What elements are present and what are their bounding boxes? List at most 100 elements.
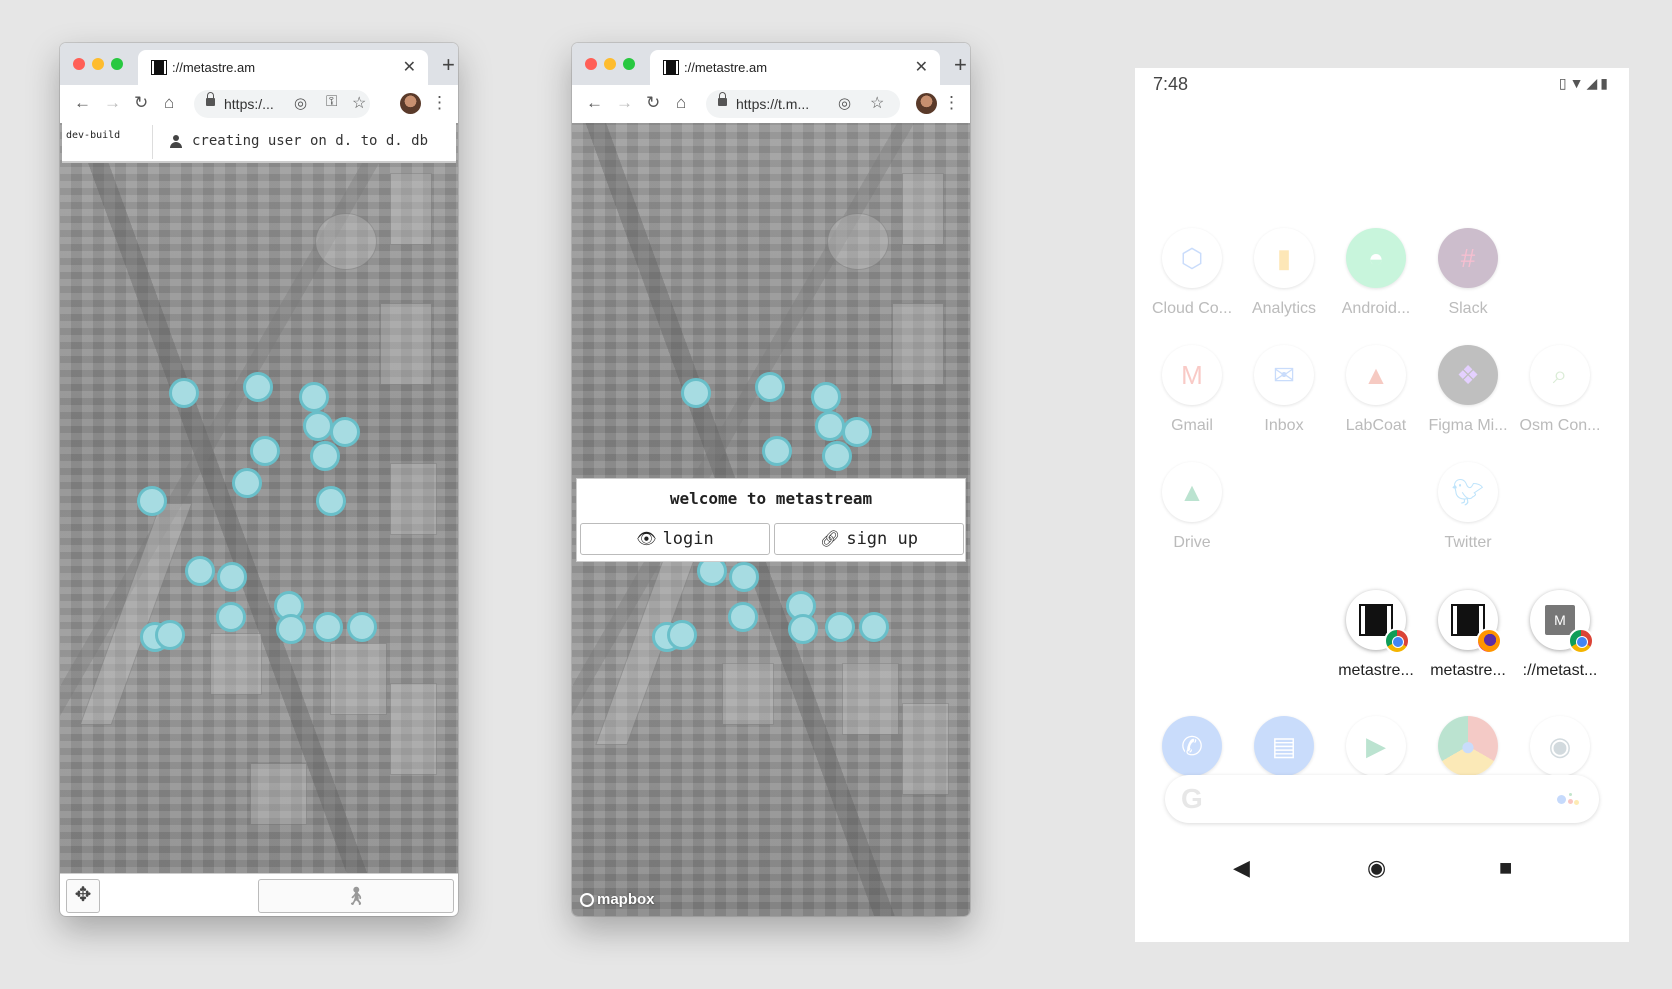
map-marker[interactable] [825,612,855,642]
map-marker[interactable] [299,382,329,412]
close-window-button[interactable] [73,58,85,70]
location-icon[interactable]: ◎ [838,94,851,112]
signup-button[interactable]: 🔗︎ sign up [774,523,964,555]
app-osm[interactable]: ⌕ Osm Con... [1514,345,1606,435]
map-marker[interactable] [755,372,785,402]
bookmark-star-icon[interactable]: ☆ [870,93,884,113]
dock-phone[interactable]: ✆ [1146,716,1238,776]
app-label: Slack [1448,300,1488,317]
app-slack[interactable]: # Slack [1422,228,1514,318]
map-marker[interactable] [842,417,872,447]
maximize-window-button[interactable] [623,58,635,70]
app-metastream-firefox[interactable]: metastre... [1422,590,1514,680]
map-marker[interactable] [330,417,360,447]
map-marker[interactable] [313,612,343,642]
app-twitter[interactable]: 🐦︎ Twitter [1422,462,1514,552]
app-cloud-console[interactable]: ⬡ Cloud Co... [1146,228,1238,318]
menu-kebab-icon[interactable]: ⋮ [431,94,448,112]
map-marker[interactable] [303,411,333,441]
map-marker[interactable] [216,602,246,632]
map-marker[interactable] [155,620,185,650]
map-marker[interactable] [185,556,215,586]
map-marker[interactable] [822,441,852,471]
map-marker[interactable] [762,436,792,466]
nav-recents-icon[interactable]: ■ [1499,855,1512,881]
app-metastream-web[interactable]: M ://metast... [1514,590,1606,680]
close-tab-icon[interactable]: ✕ [403,57,416,77]
new-tab-button[interactable]: + [954,52,967,78]
app-figma[interactable]: ❖ Figma Mi... [1422,345,1514,435]
minimize-window-button[interactable] [604,58,616,70]
browser-tab[interactable]: ://metastre.am ✕ [650,50,940,85]
menu-kebab-icon[interactable]: ⋮ [943,94,960,112]
move-arrows-icon: ✥ [74,884,92,906]
map-marker[interactable] [859,612,889,642]
dock-chrome[interactable]: ● [1422,716,1514,776]
app-analytics[interactable]: ▮ Analytics [1238,228,1330,318]
metastream-m-icon: M [1530,590,1594,654]
forward-icon[interactable]: → [616,92,633,114]
dev-status-bar: dev-build creating user on d. to d. db [62,123,456,163]
map-marker[interactable] [276,614,306,644]
profile-avatar[interactable] [916,93,937,114]
map-marker[interactable] [316,486,346,516]
map-marker[interactable] [347,612,377,642]
map-marker[interactable] [310,441,340,471]
map-marker[interactable] [243,372,273,402]
app-android[interactable]: ◓ Android... [1330,228,1422,318]
key-icon[interactable]: ⚿ [326,93,337,110]
nav-home-icon[interactable]: ◉ [1367,855,1386,881]
map-marker[interactable] [667,620,697,650]
map-marker[interactable] [169,378,199,408]
forward-icon[interactable]: → [104,92,121,114]
map-marker[interactable] [217,562,247,592]
walk-mode-button[interactable]: 🚶︎ [258,879,454,913]
app-gmail[interactable]: M Gmail [1146,345,1238,435]
login-button[interactable]: 👁︎ login [580,523,770,555]
map-marker[interactable] [811,382,841,412]
satellite-map[interactable] [60,123,458,916]
close-window-button[interactable] [585,58,597,70]
maximize-window-button[interactable] [111,58,123,70]
address-bar[interactable]: https:/... ◎ ⚿ ☆ [194,90,370,118]
profile-avatar[interactable] [400,93,421,114]
map-marker[interactable] [729,562,759,592]
map-marker[interactable] [788,614,818,644]
map-building [842,663,899,735]
map-marker[interactable] [250,436,280,466]
map-marker[interactable] [815,411,845,441]
back-icon[interactable]: ← [586,92,603,114]
location-icon[interactable]: ◎ [294,94,307,112]
map-marker[interactable] [232,468,262,498]
home-icon[interactable]: ⌂ [676,92,686,114]
reload-icon[interactable]: ↻ [646,92,660,114]
map-marker[interactable] [137,486,167,516]
bookmark-star-icon[interactable]: ☆ [352,93,366,113]
app-drive[interactable]: ▲ Drive [1146,462,1238,552]
page-viewport: welcome to metastream 👁︎ login 🔗︎ sign up … [572,123,970,916]
nav-back-icon[interactable]: ◀ [1233,855,1250,881]
dock-camera[interactable]: ◉ [1514,716,1606,776]
map-building [827,213,889,270]
address-bar[interactable]: https://t.m... ◎ ☆ [706,90,900,118]
dock-messages[interactable]: ▤ [1238,716,1330,776]
map-marker[interactable] [728,602,758,632]
app-inbox[interactable]: ✉ Inbox [1238,345,1330,435]
close-tab-icon[interactable]: ✕ [915,57,928,77]
move-button[interactable]: ✥ [66,879,100,913]
app-labcoat[interactable]: ▲ LabCoat [1330,345,1422,435]
dock-play-store[interactable]: ▶ [1330,716,1422,776]
browser-tab[interactable]: ://metastre.am ✕ [138,50,428,85]
back-icon[interactable]: ← [74,92,91,114]
mapbox-logo-icon [580,893,594,907]
app-metastream-chrome[interactable]: metastre... [1330,590,1422,680]
minimize-window-button[interactable] [92,58,104,70]
new-tab-button[interactable]: + [442,52,455,78]
assistant-icon[interactable] [1557,793,1581,807]
reload-icon[interactable]: ↻ [134,92,148,114]
home-icon[interactable]: ⌂ [164,92,174,114]
google-search-bar[interactable]: G [1165,775,1599,823]
mapbox-attribution[interactable]: mapbox [580,891,655,908]
map-marker[interactable] [681,378,711,408]
cloud-console-icon: ⬡ [1162,228,1222,288]
